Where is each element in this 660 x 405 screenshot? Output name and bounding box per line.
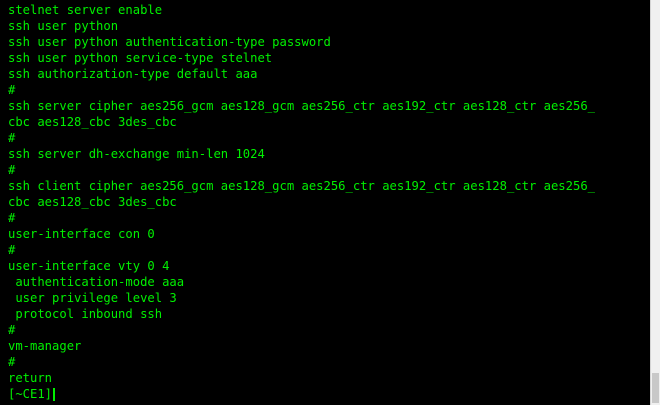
terminal-line: # [8,243,16,257]
terminal-line: cbc aes128_cbc 3des_cbc [8,195,177,209]
command-prompt: [~CE1] [8,387,53,401]
terminal-line: # [8,131,16,145]
terminal-line: ssh authorization-type default aaa [8,67,258,81]
terminal-line: # [8,163,16,177]
terminal-line: user privilege level 3 [8,291,177,305]
terminal-line: ssh user python [8,19,119,33]
terminal-line: ssh user python authentication-type pass… [8,35,331,49]
terminal-line: ssh client cipher aes256_gcm aes128_gcm … [8,179,595,193]
terminal-window[interactable]: stelnet server enable ssh user python ss… [0,0,650,405]
terminal-line: ssh server dh-exchange min-len 1024 [8,147,265,161]
terminal-line: protocol inbound ssh [8,307,163,321]
terminal-line: stelnet server enable [8,3,163,17]
terminal-line: user-interface vty 0 4 [8,259,170,273]
terminal-line: # [8,211,16,225]
terminal-line: cbc aes128_cbc 3des_cbc [8,115,177,129]
terminal-line: ssh server cipher aes256_gcm aes128_gcm … [8,99,595,113]
terminal-line: vm-manager [8,339,82,353]
scrollbar-thumb[interactable] [652,373,659,403]
terminal-line: authentication-mode aaa [8,275,185,289]
terminal-line: ssh user python service-type stelnet [8,51,273,65]
command-prompt-line[interactable]: [~CE1] [8,386,650,402]
terminal-line: # [8,83,16,97]
vertical-scrollbar[interactable] [650,0,660,405]
terminal-line: # [8,355,16,369]
text-cursor [53,387,56,401]
terminal-line: # [8,323,16,337]
terminal-line: return [8,371,53,385]
terminal-line: user-interface con 0 [8,227,155,241]
